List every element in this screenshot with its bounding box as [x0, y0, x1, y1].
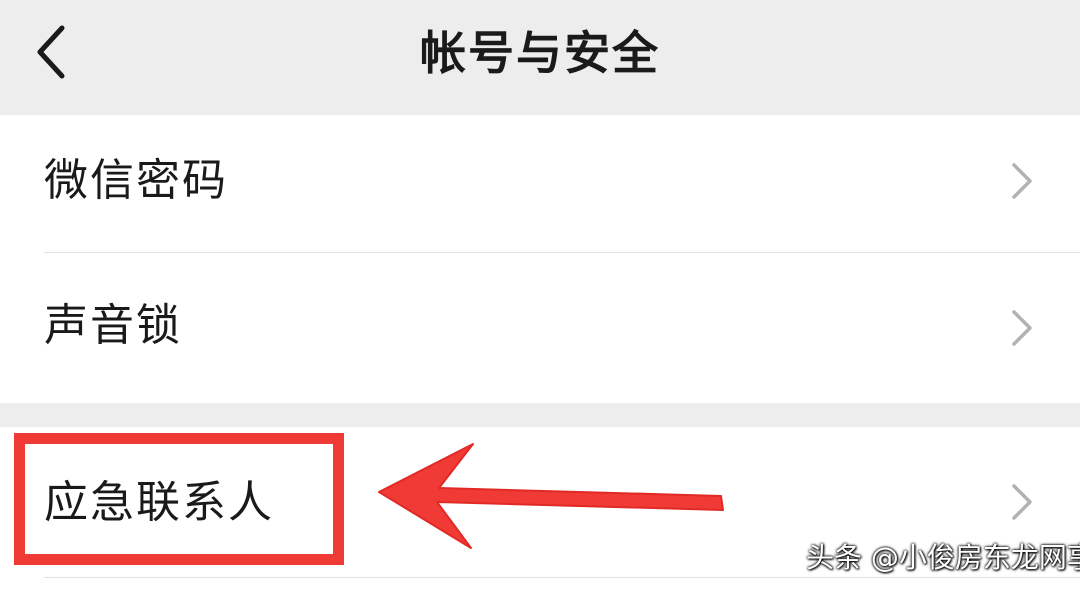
chevron-right-icon [1006, 159, 1038, 203]
chevron-right-icon [1006, 480, 1038, 524]
chevron-right-icon [1006, 306, 1038, 350]
settings-row-label: 微信密码 [44, 155, 228, 206]
navigation-bar: 帐号与安全 [0, 0, 1080, 115]
page-title: 帐号与安全 [420, 26, 660, 80]
settings-row-wechat-password[interactable]: 微信密码 [0, 115, 1080, 252]
settings-row-voice-lock[interactable]: 声音锁 [0, 253, 1080, 403]
settings-row-label: 声音锁 [44, 300, 182, 351]
settings-row-label: 应急联系人 [44, 477, 274, 528]
watermark-text: 头条 @小俊房东龙网享 [806, 541, 1080, 574]
settings-group-security: 微信密码 声音锁 [0, 115, 1080, 403]
